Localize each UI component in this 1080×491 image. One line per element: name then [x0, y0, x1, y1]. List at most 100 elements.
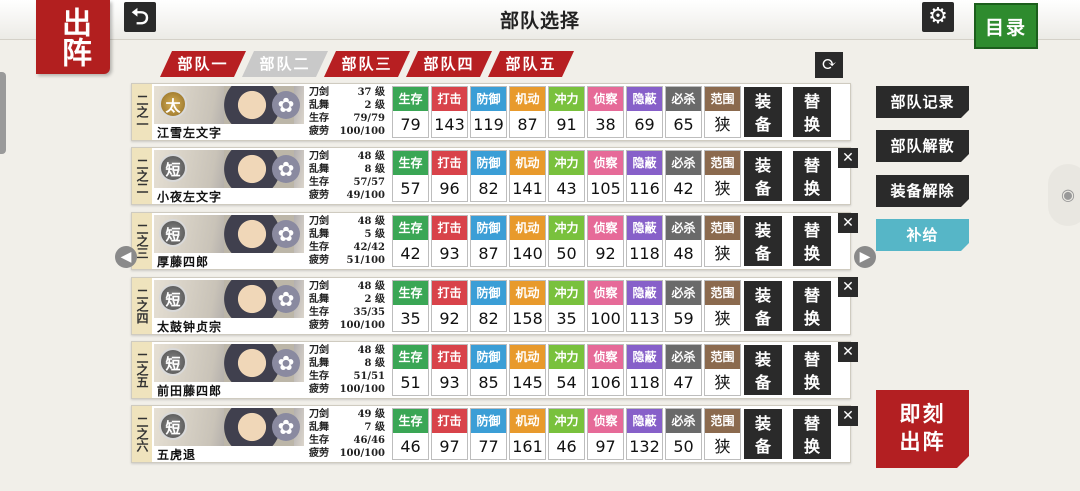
hp-label: 生存: [309, 113, 329, 124]
sakura-icon: ✿: [272, 91, 300, 119]
fatigue-value: 51/100: [346, 255, 385, 266]
back-button[interactable]: ⮌: [124, 2, 156, 32]
stat-value: 69: [634, 115, 655, 134]
equip-label: 装备: [754, 414, 771, 456]
stat-header: 范围: [705, 87, 740, 111]
hp-label: 生存: [309, 177, 329, 188]
stat-header: 生存: [393, 87, 428, 111]
fatigue-value: 49/100: [346, 190, 385, 201]
stat-header: 防御: [471, 409, 506, 433]
squad-record-button[interactable]: 部队记录: [876, 86, 969, 118]
stat-cell: 打击 92: [431, 280, 468, 332]
stat-value: 132: [629, 437, 660, 456]
swap-button[interactable]: 替换: [793, 345, 831, 395]
sortie-now-button[interactable]: 即刻出阵: [876, 390, 969, 468]
remove-member-button[interactable]: ✕: [838, 342, 858, 362]
member-row[interactable]: 二之一太 ✿ 江雪左文字 刀剑 37 级 乱舞 2 级 生存 79/79 疲劳 100/10…: [131, 83, 851, 141]
stat-header: 打击: [432, 281, 467, 305]
equip-button[interactable]: 装备: [744, 409, 782, 459]
refresh-button[interactable]: ⟳: [815, 52, 843, 78]
swap-button[interactable]: 替换: [793, 87, 831, 137]
stat-header: 隐蔽: [627, 216, 662, 240]
tab-squad-5[interactable]: 部队五: [488, 51, 574, 77]
stat-value: 42: [673, 179, 694, 198]
stat-cell: 生存 42: [392, 215, 429, 267]
equip-label: 装备: [754, 92, 771, 134]
stat-header: 必杀: [666, 216, 701, 240]
sword-name: 小夜左文字: [157, 190, 223, 204]
tab-squad-1[interactable]: 部队一: [160, 51, 246, 77]
prev-page-button[interactable]: ◀: [115, 246, 137, 268]
member-row[interactable]: 二之三短 ✿ 厚藤四郎 刀剑 48 级 乱舞 5 级 生存 42/42 疲劳 51/100 …: [131, 212, 851, 270]
stat-cell: 必杀 50: [665, 408, 702, 460]
sword-type-badge: 短: [159, 219, 187, 247]
tab-squad-2[interactable]: 部队二: [242, 51, 328, 77]
stat-cell: 隐蔽 113: [626, 280, 663, 332]
tab-squad-3[interactable]: 部队三: [324, 51, 410, 77]
member-row[interactable]: 二之五短 ✿ 前田藤四郎 刀剑 48 级 乱舞 8 级 生存 51/51 疲劳 100/10…: [131, 341, 851, 399]
dance-level-label: 乱舞: [309, 164, 329, 175]
stat-cell: 机动 87: [509, 86, 546, 138]
stat-header: 机动: [510, 151, 545, 175]
swap-button[interactable]: 替换: [793, 281, 831, 331]
supply-button[interactable]: 补给: [876, 219, 969, 251]
stat-header: 防御: [471, 216, 506, 240]
stat-header: 打击: [432, 151, 467, 175]
edge-handle[interactable]: [0, 72, 6, 154]
stat-value: 38: [595, 115, 616, 134]
stat-header: 侦察: [588, 216, 623, 240]
sword-level-label: 刀剑: [309, 216, 329, 227]
close-icon: ✕: [842, 344, 854, 360]
stat-header: 防御: [471, 151, 506, 175]
sword-level-label: 刀剑: [309, 87, 329, 98]
slot-label: 二之六: [132, 406, 152, 462]
equip-button[interactable]: 装备: [744, 216, 782, 266]
equip-button[interactable]: 装备: [744, 151, 782, 201]
stat-cell: 冲力 54: [548, 344, 585, 396]
dance-level-label: 乱舞: [309, 229, 329, 240]
member-row[interactable]: 二之二短 ✿ 小夜左文字 刀剑 48 级 乱舞 8 级 生存 57/57 疲劳 49/100…: [131, 147, 851, 205]
squad-disband-button[interactable]: 部队解散: [876, 130, 969, 162]
swap-button[interactable]: 替换: [793, 151, 831, 201]
remove-member-button[interactable]: ✕: [838, 213, 858, 233]
tab-squad-4[interactable]: 部队四: [406, 51, 492, 77]
fatigue-label: 疲劳: [309, 320, 329, 331]
stat-cell: 防御 119: [470, 86, 507, 138]
swap-button[interactable]: 替换: [793, 216, 831, 266]
stat-value: 43: [556, 179, 577, 198]
stat-cell: 范围 狭: [704, 344, 741, 396]
stat-header: 冲力: [549, 409, 584, 433]
equip-button[interactable]: 装备: [744, 87, 782, 137]
stat-header: 机动: [510, 345, 545, 369]
stat-cell: 生存 51: [392, 344, 429, 396]
stat-value: 91: [556, 115, 577, 134]
remove-member-button[interactable]: ✕: [838, 148, 858, 168]
remove-member-button[interactable]: ✕: [838, 406, 858, 426]
stat-cell: 必杀 48: [665, 215, 702, 267]
member-row[interactable]: 二之六短 ✿ 五虎退 刀剑 49 级 乱舞 7 级 生存 46/46 疲劳 100/100 …: [131, 405, 851, 463]
settings-button[interactable]: ⚙: [922, 2, 954, 32]
floating-assistant-icon[interactable]: ◉: [1048, 164, 1080, 226]
menu-button[interactable]: 目录: [974, 3, 1038, 49]
level-unit: 级: [375, 409, 385, 420]
sword-name: 太鼓钟贞宗: [157, 320, 223, 334]
equip-button[interactable]: 装备: [744, 345, 782, 395]
stat-header: 打击: [432, 216, 467, 240]
fatigue-label: 疲劳: [309, 126, 329, 137]
stat-cell: 冲力 43: [548, 150, 585, 202]
close-icon: ✕: [842, 150, 854, 166]
sword-type-badge: 短: [159, 412, 187, 440]
stat-cell: 侦察 97: [587, 408, 624, 460]
stat-value: 118: [629, 244, 660, 263]
stat-header: 必杀: [666, 87, 701, 111]
equip-button[interactable]: 装备: [744, 281, 782, 331]
unequip-button[interactable]: 装备解除: [876, 175, 969, 207]
member-row[interactable]: 二之四短 ✿ 太鼓钟贞宗 刀剑 48 级 乱舞 2 级 生存 35/35 疲劳 100/10…: [131, 277, 851, 335]
remove-member-button[interactable]: ✕: [838, 277, 858, 297]
swap-button[interactable]: 替换: [793, 409, 831, 459]
sword-name: 厚藤四郎: [157, 255, 210, 269]
stat-cell: 侦察 38: [587, 86, 624, 138]
stat-cell: 冲力 50: [548, 215, 585, 267]
stat-cell: 机动 158: [509, 280, 546, 332]
next-page-button[interactable]: ▶: [854, 246, 876, 268]
